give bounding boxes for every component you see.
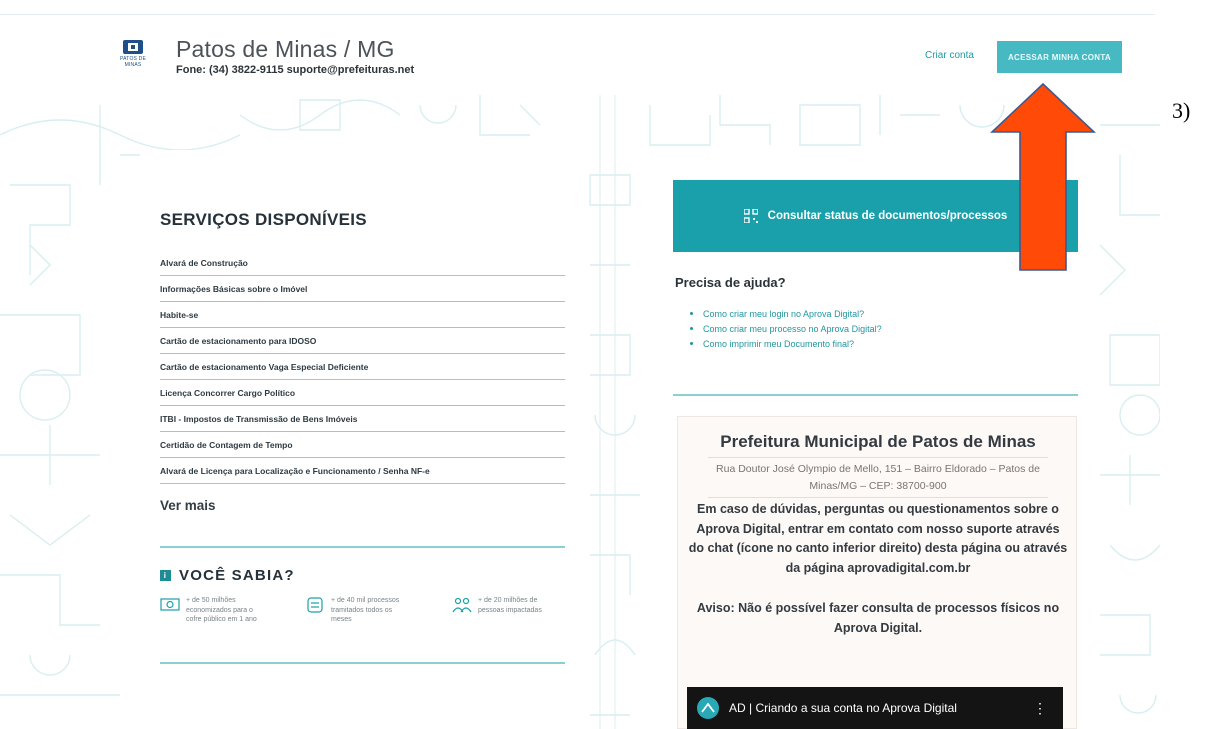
video-embed[interactable]: AD | Criando a sua conta no Aprova Digit… [687,687,1063,729]
bullet-icon [690,327,693,330]
section-divider [673,394,1078,396]
access-account-button[interactable]: ACESSAR MINHA CONTA [997,41,1122,73]
card-divider [708,457,1048,458]
did-you-know-title: i VOCÊ SABIA? [160,567,295,584]
money-icon [160,598,180,611]
city-title: Patos de Minas / MG [176,36,395,62]
service-item[interactable]: Informações Básicas sobre o Imóvel [160,276,565,302]
info-icon: i [160,570,171,581]
service-item[interactable]: Cartão de estacionamento Vaga Especial D… [160,354,565,380]
stat-people: + de 20 milhões de pessoas impactadas [452,596,560,615]
qr-icon [743,209,758,223]
help-link-label: Como criar meu processo no Aprova Digita… [703,323,882,334]
service-item[interactable]: Certidão de Contagem de Tempo [160,432,565,458]
did-you-know-label: VOCÊ SABIA? [179,567,295,584]
annotation-label: 3) [1172,98,1191,123]
prefeitura-help-text: Em caso de dúvidas, perguntas ou questio… [688,502,1068,575]
stat-text: + de 50 milhões economizados para o cofr… [186,597,257,623]
prefeitura-title: Prefeitura Municipal de Patos de Minas [720,432,1036,451]
help-link[interactable]: Como imprimir meu Documento final? [690,336,882,351]
check-status-label: Consultar status de documentos/processos [767,210,1008,222]
create-account-link[interactable]: Criar conta [925,50,974,61]
section-divider [160,546,565,548]
help-link-label: Como criar meu login no Aprova Digital? [703,308,865,319]
help-link-label: Como imprimir meu Documento final? [703,338,855,349]
help-title: Precisa de ajuda? [675,275,786,290]
service-item[interactable]: Habite-se [160,302,565,328]
prefeitura-info-card: Prefeitura Municipal de Patos de Minas R… [677,416,1077,729]
prefeitura-notice: Aviso: Não é possível fazer consulta de … [696,601,1060,635]
document-stack-icon [307,597,323,613]
prefeitura-address: Rua Doutor José Olympio de Mello, 151 – … [716,463,1040,492]
bullet-icon [690,312,693,315]
services-title: SERVIÇOS DISPONÍVEIS [160,210,367,229]
video-title: AD | Criando a sua conta no Aprova Digit… [729,701,957,715]
stat-text: + de 40 mil processos tramitados todos o… [331,597,400,623]
service-item[interactable]: Alvará de Construção [160,250,565,276]
bullet-icon [690,342,693,345]
service-item[interactable]: Licença Concorrer Cargo Político [160,380,565,406]
service-list: Alvará de Construção Informações Básicas… [160,250,565,484]
see-more-link[interactable]: Ver mais [160,498,216,513]
more-options-icon[interactable]: ⋮ [1033,700,1047,717]
stat-savings: + de 50 milhões economizados para o cofr… [160,596,268,625]
stat-processes: + de 40 mil processos tramitados todos o… [305,596,413,625]
card-divider [708,497,1048,498]
people-icon [452,597,472,613]
service-item[interactable]: Cartão de estacionamento para IDOSO [160,328,565,354]
city-logo[interactable]: PATOS DE MINAS [113,40,153,68]
help-links: Como criar meu login no Aprova Digital? … [690,306,882,351]
logo-text: PATOS DE MINAS [119,56,147,68]
crest-icon [123,40,143,54]
channel-avatar-icon [697,697,719,719]
help-link[interactable]: Como criar meu login no Aprova Digital? [690,306,882,321]
section-divider [160,662,565,664]
help-link[interactable]: Como criar meu processo no Aprova Digita… [690,321,882,336]
annotation-arrow-icon [990,82,1096,271]
service-item[interactable]: Alvará de Licença para Localização e Fun… [160,458,565,484]
stat-text: + de 20 milhões de pessoas impactadas [478,597,542,614]
service-item[interactable]: ITBI - Impostos de Transmissão de Bens I… [160,406,565,432]
top-divider [0,14,1155,15]
contact-info: Fone: (34) 3822-9115 suporte@prefeituras… [176,64,415,76]
